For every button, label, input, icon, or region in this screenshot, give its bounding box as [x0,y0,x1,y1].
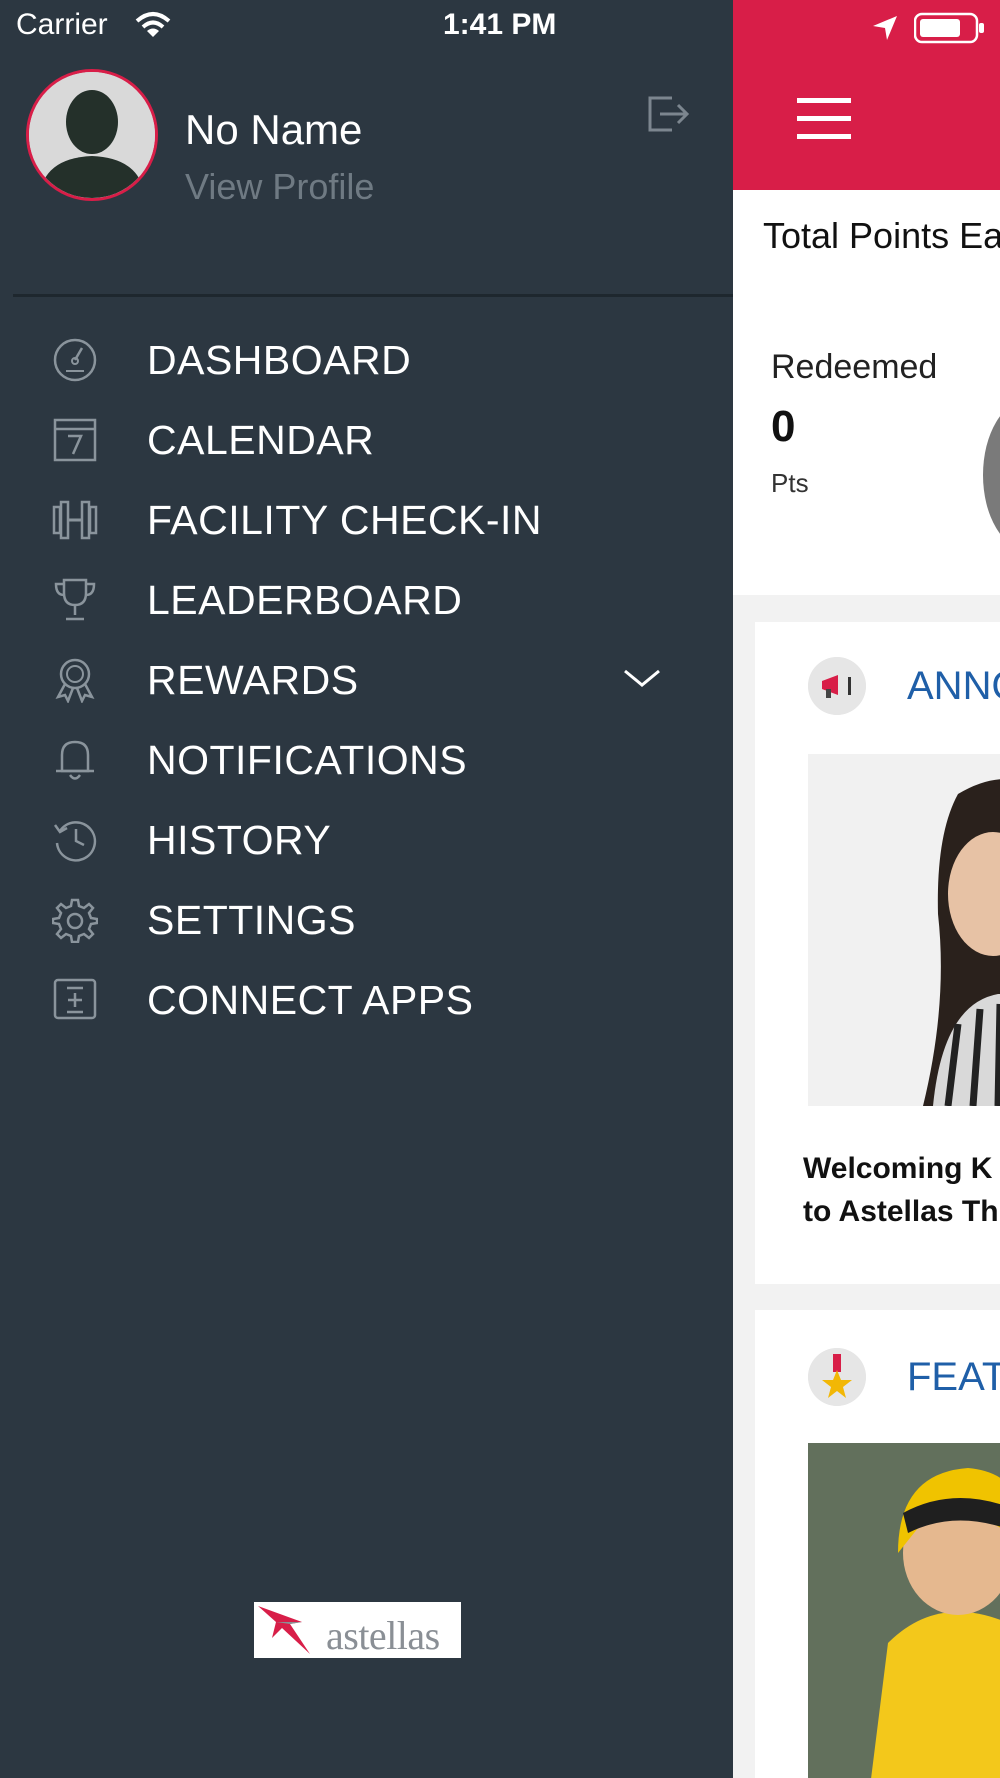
featured-photo[interactable] [808,1443,1000,1778]
bell-icon [56,740,94,780]
menu-label-notifications: NOTIFICATIONS [147,737,468,783]
announcement-title: ANNOU [907,664,1000,708]
logout-icon[interactable] [646,92,690,136]
history-icon [53,821,97,862]
menu-label-connect-apps: CONNECT APPS [147,977,474,1023]
location-arrow-icon [873,16,897,40]
avatar[interactable] [26,69,158,201]
menu-item-settings[interactable]: SETTINGS [0,879,733,959]
announcement-card[interactable]: ANNOU Welcoming K to Astellas Th [755,622,1000,1284]
megaphone-icon [808,657,866,715]
battery-icon [914,12,984,44]
dumbbell-icon [52,500,98,540]
menu-item-notifications[interactable]: NOTIFICATIONS [0,719,733,799]
featured-card[interactable]: FEATU [755,1310,1000,1778]
hamburger-menu-icon[interactable] [797,96,851,142]
menu-label-history: HISTORY [147,817,332,863]
menu-label-rewards: REWARDS [147,657,359,703]
award-ribbon-icon [55,658,95,703]
star-medal-icon [808,1348,866,1406]
menu-item-connect-apps[interactable]: CONNECT APPS [0,959,733,1039]
redeemed-label: Redeemed [771,348,938,386]
user-name: No Name [185,106,363,153]
carrier-label: Carrier [16,8,108,41]
menu-item-calendar[interactable]: CALENDAR [0,399,733,479]
total-points-label: Total Points Ea [763,215,1000,256]
dashboard-icon [53,338,97,382]
logo-wordmark: astellas [326,1613,440,1658]
announcement-caption-line1: Welcoming K [803,1152,993,1185]
redeemed-unit: Pts [771,468,809,498]
menu-label-calendar: CALENDAR [147,417,375,463]
calendar-icon [53,418,97,462]
connect-apps-icon [53,978,97,1020]
menu-label-facility-check-in: FACILITY CHECK-IN [147,497,543,543]
main-screen: Total Points Ea Redeemed 0 Pts ANNOU Wel… [733,0,1000,1778]
announcement-caption-line2: to Astellas Th [803,1195,999,1228]
drawer-divider [13,294,733,297]
user-silhouette-icon [29,72,155,198]
logo-mark-icon [258,1606,310,1654]
view-profile-link[interactable]: View Profile [185,166,374,208]
menu-item-history[interactable]: HISTORY [0,799,733,879]
redeemed-value: 0 [771,402,796,451]
menu-item-rewards[interactable]: REWARDS [0,639,733,719]
announcement-photo[interactable] [808,754,1000,1106]
points-summary: Total Points Ea Redeemed 0 Pts [733,190,1000,595]
astellas-logo: astellas [254,1602,461,1658]
menu-label-settings: SETTINGS [147,897,357,943]
menu-item-facility-check-in[interactable]: FACILITY CHECK-IN [0,479,733,559]
rider-photo-image [808,1443,1000,1778]
menu-item-leaderboard[interactable]: LEADERBOARD [0,559,733,639]
gear-icon [52,898,98,943]
navigation-drawer: Carrier 1:41 PM No Name View Profile DAS… [0,0,733,1778]
status-bar-right [870,12,986,44]
points-gauge [983,400,1000,550]
menu-label-leaderboard: LEADERBOARD [147,577,463,623]
featured-title: FEATU [907,1355,1000,1399]
status-time: 1:41 PM [443,8,557,41]
chevron-down-icon[interactable] [622,663,662,693]
wifi-icon [135,12,171,37]
menu-label-dashboard: DASHBOARD [147,337,412,383]
trophy-icon [54,578,96,621]
person-portrait-image [808,754,1000,1106]
menu-item-dashboard[interactable]: DASHBOARD [0,319,733,399]
